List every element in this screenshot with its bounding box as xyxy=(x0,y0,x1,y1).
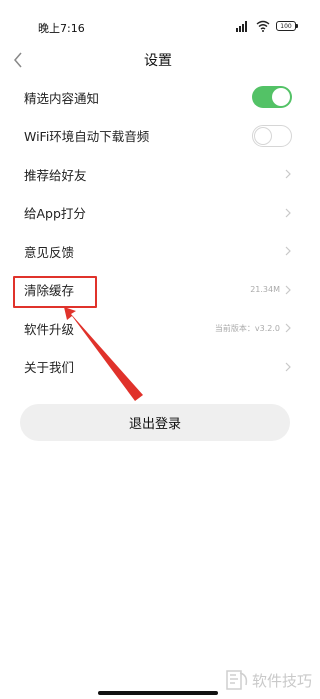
chevron-right-icon xyxy=(285,323,291,333)
row-right xyxy=(252,117,292,156)
settings-list: 精选内容通知 WiFi环境自动下载音频 推荐给好友 给App打分 意见反馈 清除… xyxy=(0,78,316,386)
wifi-download-toggle[interactable] xyxy=(252,124,292,147)
chevron-right-icon xyxy=(285,169,291,179)
toggle-knob xyxy=(254,126,272,145)
header: 设置 xyxy=(0,44,316,76)
status-bar: 晚上7:16 100 xyxy=(0,0,316,40)
chevron-right-icon xyxy=(285,246,291,256)
setting-row-about[interactable]: 关于我们 xyxy=(0,348,316,387)
setting-row-feedback[interactable]: 意见反馈 xyxy=(0,232,316,271)
page-title: 设置 xyxy=(144,53,172,69)
current-version: 当前版本：v3.2.0 xyxy=(214,323,280,333)
row-right xyxy=(284,194,292,233)
featured-notify-toggle[interactable] xyxy=(252,86,292,109)
watermark-logo-icon xyxy=(226,670,248,690)
setting-row-rate-app[interactable]: 给App打分 xyxy=(0,194,316,233)
row-right xyxy=(252,78,292,117)
row-right xyxy=(284,232,292,271)
home-indicator[interactable] xyxy=(98,691,218,695)
status-time: 晚上7:16 xyxy=(38,22,85,35)
setting-label: 软件升级 xyxy=(24,321,75,337)
logout-button[interactable]: 退出登录 xyxy=(20,404,290,441)
setting-row-featured-notify: 精选内容通知 xyxy=(0,78,316,117)
signal-icon xyxy=(236,21,247,32)
battery-icon: 100 xyxy=(276,21,298,31)
row-right xyxy=(284,155,292,194)
watermark-text: 软件技巧 xyxy=(251,671,312,690)
settings-screen: 晚上7:16 100 设置 精选内容通知 WiFi环境自动下载音频 推荐给好友 … xyxy=(0,0,316,699)
setting-label: 意见反馈 xyxy=(24,244,75,260)
status-icons: 100 xyxy=(236,20,298,32)
row-right xyxy=(284,348,292,387)
watermark: 软件技巧 xyxy=(226,669,312,691)
chevron-right-icon xyxy=(285,285,291,295)
toggle-knob xyxy=(272,88,290,107)
setting-row-wifi-download: WiFi环境自动下载音频 xyxy=(0,117,316,156)
setting-row-recommend[interactable]: 推荐给好友 xyxy=(0,155,316,194)
setting-row-update[interactable]: 软件升级 当前版本：v3.2.0 xyxy=(0,309,316,348)
wifi-icon xyxy=(256,20,270,32)
setting-label: 清除缓存 xyxy=(24,283,75,299)
setting-label: 推荐给好友 xyxy=(24,167,87,183)
setting-label: 给App打分 xyxy=(24,206,86,222)
chevron-right-icon xyxy=(285,208,291,218)
chevron-right-icon xyxy=(285,362,291,372)
setting-row-clear-cache[interactable]: 清除缓存 21.34M xyxy=(0,271,316,310)
setting-label: 精选内容通知 xyxy=(24,90,100,106)
row-right: 21.34M xyxy=(250,271,292,310)
setting-label: WiFi环境自动下载音频 xyxy=(24,129,150,145)
setting-label: 关于我们 xyxy=(24,360,75,376)
cache-size: 21.34M xyxy=(250,285,280,295)
row-right: 当前版本：v3.2.0 xyxy=(215,309,292,348)
